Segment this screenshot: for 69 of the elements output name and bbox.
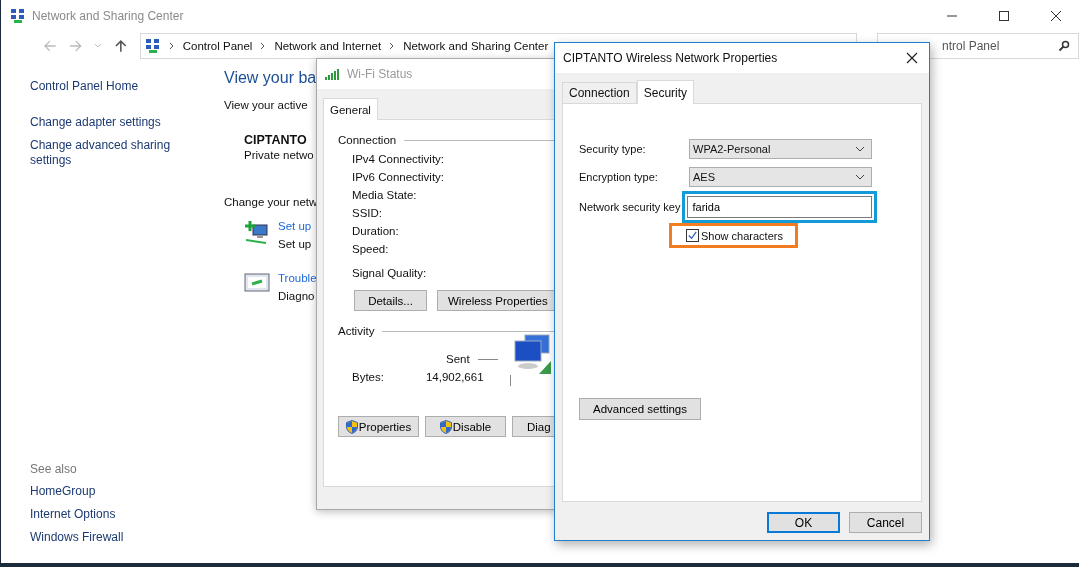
tab[interactable]: Connection (562, 82, 637, 103)
up-arrow-icon[interactable] (114, 39, 128, 53)
dialog-button[interactable]: Cancel (849, 512, 922, 533)
bytes-label: Bytes: (352, 369, 384, 385)
shield-icon (345, 419, 358, 434)
page-heading: View your ba (224, 69, 317, 87)
dialog-button[interactable]: OK (767, 512, 840, 533)
chevron-icon[interactable] (389, 42, 396, 50)
task-link[interactable]: Set up (278, 220, 312, 232)
network-type: Private netwo (244, 149, 314, 161)
bytes-value: 14,902,661 (425, 370, 484, 383)
advanced-settings-button[interactable]: Advanced settings (579, 398, 701, 420)
network-name: CIPTANTO (244, 133, 307, 147)
see-also-link[interactable]: Internet Options (30, 507, 180, 522)
breadcrumb-item[interactable]: Control Panel (182, 40, 253, 52)
see-also-heading: See also (30, 462, 78, 476)
chevron-icon[interactable] (168, 42, 175, 50)
field-label: Signal Quality: (351, 266, 428, 281)
tab[interactable]: General (323, 98, 378, 120)
maximize-icon[interactable] (998, 9, 1010, 22)
caret-icon (855, 174, 865, 180)
add-network-icon (244, 220, 270, 244)
field-label: Security type: (579, 143, 647, 155)
field-label: Encryption type: (579, 171, 659, 183)
field-label: IPv6 Connectivity: (352, 170, 446, 185)
section-label: Change your netw (224, 196, 318, 208)
group-heading: Activity (338, 325, 375, 337)
sidebar-link[interactable]: Change advanced sharing settings (30, 138, 180, 168)
field-label: SSID: (352, 206, 384, 221)
task-description: Set up (278, 238, 312, 250)
field-label: Speed: (352, 242, 390, 257)
shield-icon (439, 419, 452, 434)
group-heading: Connection (338, 134, 397, 146)
window-title: Wi-Fi Status (347, 67, 413, 81)
dropdown[interactable]: AES (689, 167, 872, 187)
breadcrumb-item[interactable]: Network and Internet (274, 40, 382, 52)
task-link[interactable]: Trouble (278, 272, 317, 284)
window-title: Network and Sharing Center (32, 8, 184, 23)
network-computers-icon (10, 7, 26, 24)
sidebar-link[interactable]: Control Panel Home (30, 79, 180, 94)
section-label: View your active (224, 99, 308, 111)
task-description: Diagno (278, 290, 316, 302)
field-label: Media State: (352, 188, 418, 203)
dialog-button[interactable]: Disable (425, 416, 506, 437)
sidebar-link[interactable]: Change adapter settings (30, 115, 180, 130)
checkbox[interactable] (686, 229, 699, 242)
see-also-link[interactable]: HomeGroup (30, 484, 180, 499)
breadcrumb-item[interactable]: Network and Sharing Center (403, 40, 549, 52)
close-icon[interactable] (906, 52, 918, 64)
field-label: Duration: (352, 224, 400, 239)
network-computers-icon (144, 38, 161, 54)
dialog-button[interactable]: Properties (338, 416, 419, 437)
dialog-button[interactable]: Diag (512, 416, 557, 437)
caret-icon (855, 146, 865, 152)
dialog-button[interactable]: Details... (354, 290, 427, 311)
signal-bars-icon (325, 68, 341, 80)
chevron-icon[interactable] (260, 42, 267, 50)
dropdown[interactable]: WPA2-Personal (689, 139, 872, 159)
field-label: IPv4 Connectivity: (352, 152, 446, 167)
key-field[interactable]: farida (687, 196, 873, 218)
search-icon (1058, 40, 1070, 52)
checkbox-label[interactable]: Show characters (701, 229, 783, 242)
field-label: Network security key (579, 201, 681, 213)
tab[interactable]: Security (636, 80, 695, 104)
monitor-icon (244, 272, 270, 294)
close-icon[interactable] (1050, 9, 1062, 22)
sent-label: Sent (446, 353, 470, 365)
see-also-link[interactable]: Windows Firewall (30, 530, 180, 545)
dialog-button[interactable]: Wireless Properties (437, 290, 557, 311)
